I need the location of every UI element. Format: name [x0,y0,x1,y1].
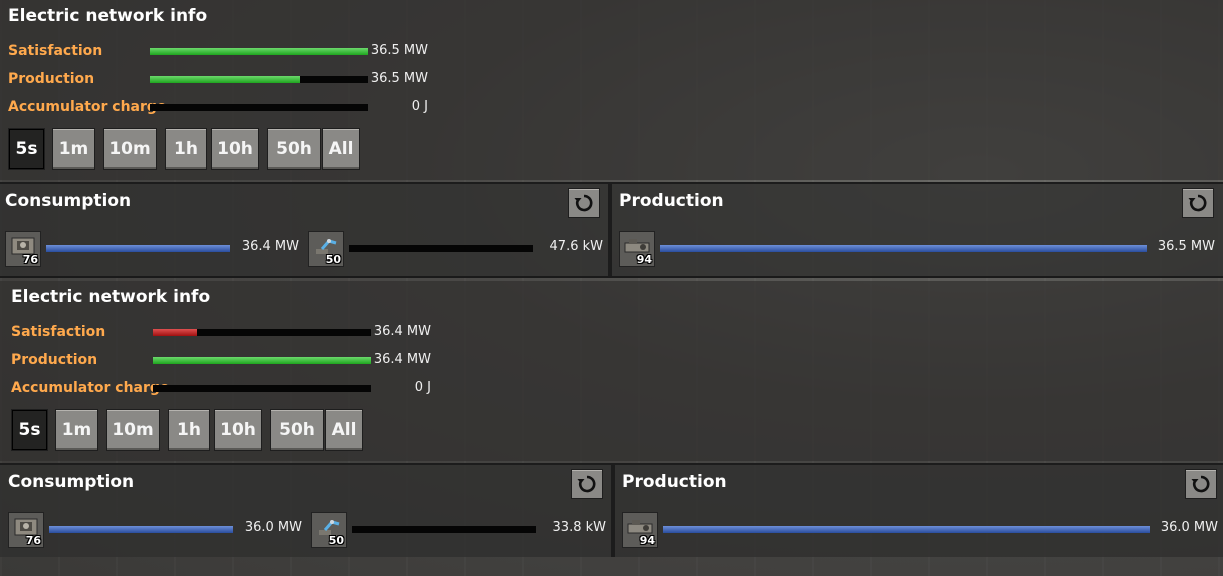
producer-bar-fill [663,526,1150,533]
consumer-slot-inserter[interactable]: 50 [311,512,347,548]
accumulator-value: 0 J [414,380,431,395]
time-button-1m[interactable]: 1m [52,128,95,170]
consumer-value: 47.6 kW [549,239,603,254]
satisfaction-label: Satisfaction [8,43,103,59]
satisfaction-bar-fill [153,329,197,336]
accumulator-row: Accumulator charge 0 J [11,380,441,400]
accumulator-label: Accumulator charge [8,99,167,115]
consumption-title: Consumption [8,472,135,492]
consumption-refresh-button[interactable] [568,188,600,218]
production-refresh-button[interactable] [1182,188,1214,218]
network-info-section: Electric network info Satisfaction 36.5 … [0,0,1223,180]
consumer-count: 76 [22,253,38,266]
consumer-bar [49,526,233,533]
time-button-1m[interactable]: 1m [55,409,98,451]
production-section-title: Production [619,191,724,211]
production-label: Production [8,71,95,87]
satisfaction-bar [150,48,368,55]
panel-separator [0,276,1223,278]
consumer-slot-inserter[interactable]: 50 [308,231,344,267]
time-button-10m[interactable]: 10m [106,409,160,451]
time-button-10m[interactable]: 10m [103,128,157,170]
consumer-slot-assembler[interactable]: 76 [8,512,44,548]
consumer-slot-assembler[interactable]: 76 [5,231,41,267]
consumer-bar-fill [46,245,230,252]
production-bar [150,76,368,83]
time-button-10h[interactable]: 10h [211,128,259,170]
producer-bar [660,245,1147,252]
production-section: Production 94 36.0 MW [615,463,1223,557]
time-button-10h[interactable]: 10h [214,409,262,451]
satisfaction-label: Satisfaction [11,324,106,340]
refresh-icon [577,475,596,493]
consumption-title: Consumption [5,191,132,211]
time-button-1h[interactable]: 1h [168,409,210,451]
producer-count: 94 [636,253,652,266]
production-row: Production 36.4 MW [11,352,441,372]
refresh-icon [1188,194,1207,212]
consumption-refresh-button[interactable] [571,469,603,499]
satisfaction-value: 36.5 MW [370,43,428,58]
production-row: Production 36.5 MW [8,71,438,91]
production-value: 36.4 MW [373,352,431,367]
refresh-icon [1191,475,1210,493]
satisfaction-bar-fill [150,48,368,55]
production-bar-fill [150,76,301,83]
consumer-count: 76 [25,534,41,547]
production-value: 36.5 MW [370,71,428,86]
producer-count: 94 [639,534,655,547]
consumer-value: 33.8 kW [552,520,606,535]
time-button-all[interactable]: All [325,409,363,451]
consumer-bar [349,245,533,252]
production-bar [153,357,371,364]
consumer-bar [352,526,536,533]
production-section-title: Production [622,472,727,492]
consumer-value: 36.4 MW [241,239,299,254]
accumulator-bar [150,104,368,111]
accumulator-row: Accumulator charge 0 J [8,99,438,119]
consumer-bar-fill [49,526,233,533]
consumption-section: Consumption 76 36.4 MW 50 47.6 kW [0,182,608,276]
producer-value: 36.0 MW [1160,520,1218,535]
production-bar-fill [153,357,371,364]
satisfaction-row: Satisfaction 36.5 MW [8,43,438,63]
production-section: Production 94 36.5 MW [612,182,1223,276]
refresh-icon [574,194,593,212]
electric-network-panel-2: Electric network info Satisfaction 36.4 … [0,281,1223,563]
satisfaction-value: 36.4 MW [373,324,431,339]
consumer-value: 36.0 MW [244,520,302,535]
consumer-bar [46,245,230,252]
time-button-50h[interactable]: 50h [270,409,324,451]
network-info-section: Electric network info Satisfaction 36.4 … [0,281,1223,461]
consumer-count: 50 [328,534,344,547]
production-refresh-button[interactable] [1185,469,1217,499]
time-button-50h[interactable]: 50h [267,128,321,170]
producer-bar-fill [660,245,1147,252]
accumulator-value: 0 J [411,99,428,114]
consumption-section: Consumption 76 36.0 MW 50 33.8 kW [0,463,611,557]
accumulator-bar [153,385,371,392]
consumer-count: 50 [325,253,341,266]
electric-network-panel-1: Electric network info Satisfaction 36.5 … [0,0,1223,282]
time-button-1h[interactable]: 1h [165,128,207,170]
panel-title: Electric network info [8,6,208,26]
time-button-all[interactable]: All [322,128,360,170]
satisfaction-row: Satisfaction 36.4 MW [11,324,441,344]
producer-slot-steam-engine[interactable]: 94 [622,512,658,548]
production-label: Production [11,352,98,368]
satisfaction-bar [153,329,371,336]
producer-slot-steam-engine[interactable]: 94 [619,231,655,267]
producer-value: 36.5 MW [1157,239,1215,254]
time-button-5s[interactable]: 5s [11,409,48,451]
panel-title: Electric network info [11,287,211,307]
time-button-5s[interactable]: 5s [8,128,45,170]
producer-bar [663,526,1150,533]
accumulator-label: Accumulator charge [11,380,170,396]
